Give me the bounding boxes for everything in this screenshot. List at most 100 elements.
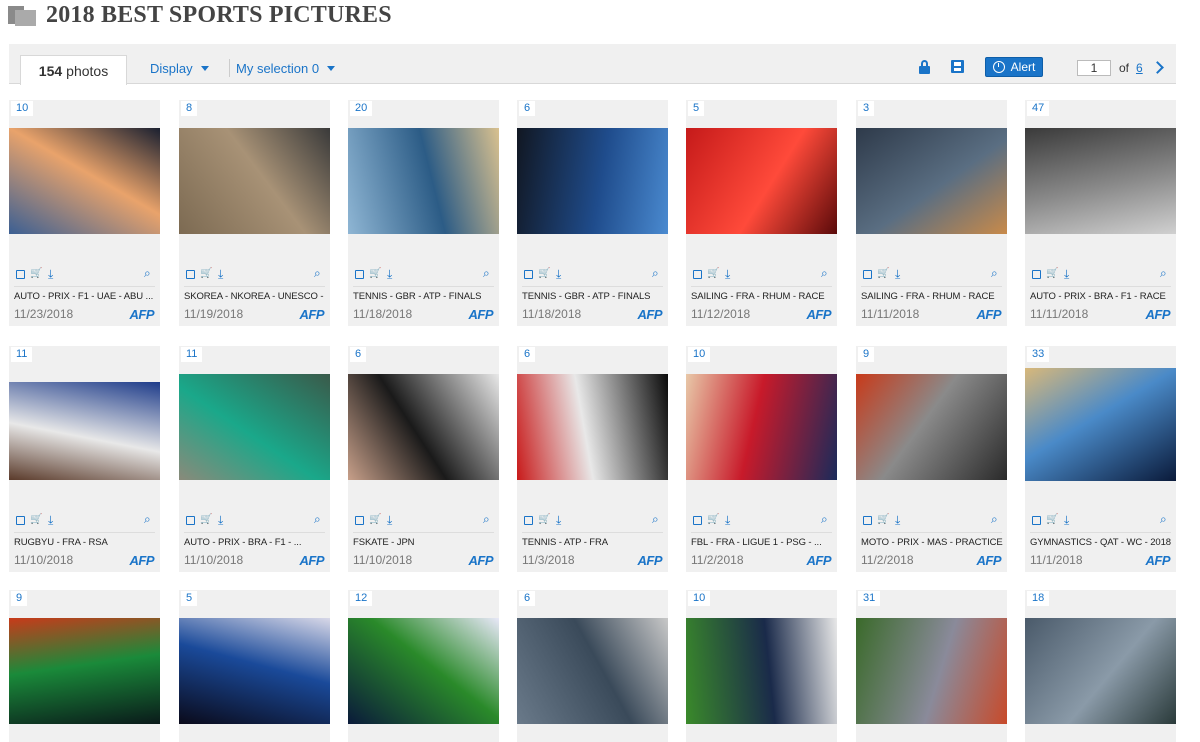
photo-count-tab[interactable]: 154 photos (20, 55, 127, 85)
download-icon[interactable]: ⤓ (556, 513, 561, 528)
photo-thumbnail[interactable] (348, 128, 499, 234)
download-icon[interactable]: ⤓ (48, 513, 53, 528)
select-checkbox[interactable] (524, 270, 533, 279)
photo-count-badge[interactable]: 9 (858, 347, 875, 362)
chevron-right-icon[interactable] (1151, 61, 1164, 74)
photo-thumbnail[interactable] (686, 128, 837, 234)
zoom-icon[interactable]: ⌕ (1160, 512, 1167, 527)
photo-count-badge[interactable]: 9 (11, 591, 28, 606)
download-icon[interactable]: ⤓ (218, 267, 223, 282)
photo-count-badge[interactable]: 10 (11, 101, 34, 116)
cart-icon[interactable]: 🛒 (1046, 268, 1058, 279)
zoom-icon[interactable]: ⌕ (314, 512, 321, 527)
photo-count-badge[interactable]: 6 (350, 347, 367, 362)
photo-count-badge[interactable]: 11 (11, 347, 33, 362)
photo-count-badge[interactable]: 10 (688, 591, 711, 606)
select-checkbox[interactable] (863, 516, 872, 525)
photo-thumbnail[interactable] (856, 374, 1007, 480)
page-number-input[interactable] (1077, 60, 1111, 76)
zoom-icon[interactable]: ⌕ (483, 266, 490, 281)
download-icon[interactable]: ⤓ (1064, 267, 1069, 282)
photo-count-badge[interactable]: 18 (1027, 591, 1050, 606)
photo-thumbnail[interactable] (517, 128, 668, 234)
zoom-icon[interactable]: ⌕ (991, 512, 998, 527)
download-icon[interactable]: ⤓ (725, 513, 730, 528)
zoom-icon[interactable]: ⌕ (1160, 266, 1167, 281)
photo-count-badge[interactable]: 47 (1027, 101, 1050, 116)
photo-title[interactable]: FSKATE - JPN (353, 537, 495, 548)
photo-thumbnail[interactable] (348, 618, 499, 724)
select-checkbox[interactable] (863, 270, 872, 279)
photo-title[interactable]: TENNIS - ATP - FRA (522, 537, 664, 548)
cart-icon[interactable]: 🛒 (538, 268, 550, 279)
photo-thumbnail[interactable] (9, 382, 160, 480)
cart-icon[interactable]: 🛒 (369, 514, 381, 525)
photo-thumbnail[interactable] (517, 374, 668, 480)
photo-count-badge[interactable]: 33 (1027, 347, 1050, 362)
photo-thumbnail[interactable] (1025, 618, 1176, 724)
photo-count-badge[interactable]: 6 (519, 591, 536, 606)
photo-thumbnail[interactable] (179, 128, 330, 234)
photo-title[interactable]: RUGBYU - FRA - RSA (14, 537, 156, 548)
photo-count-badge[interactable]: 3 (858, 101, 875, 116)
photo-title[interactable]: AUTO - PRIX - BRA - F1 - RACE (1030, 291, 1172, 302)
photo-thumbnail[interactable] (856, 128, 1007, 234)
cart-icon[interactable]: 🛒 (877, 514, 889, 525)
photo-title[interactable]: TENNIS - GBR - ATP - FINALS (353, 291, 495, 302)
photo-thumbnail[interactable] (1025, 128, 1176, 234)
lock-icon[interactable] (919, 60, 930, 74)
photo-title[interactable]: AUTO - PRIX - BRA - F1 - ... (184, 537, 326, 548)
photo-count-badge[interactable]: 31 (858, 591, 881, 606)
photo-thumbnail[interactable] (686, 374, 837, 480)
photo-title[interactable]: AUTO - PRIX - F1 - UAE - ABU ... (14, 291, 156, 302)
photo-count-badge[interactable]: 5 (181, 591, 198, 606)
zoom-icon[interactable]: ⌕ (144, 266, 151, 281)
photo-thumbnail[interactable] (179, 618, 330, 724)
select-checkbox[interactable] (524, 516, 533, 525)
photo-thumbnail[interactable] (348, 374, 499, 480)
photo-title[interactable]: GYMNASTICS - QAT - WC - 2018 (1030, 537, 1172, 548)
select-checkbox[interactable] (16, 516, 25, 525)
photo-count-badge[interactable]: 8 (181, 101, 198, 116)
select-checkbox[interactable] (186, 516, 195, 525)
alert-button[interactable]: Alert (985, 57, 1043, 77)
cart-icon[interactable]: 🛒 (200, 514, 212, 525)
photo-count-badge[interactable]: 20 (350, 101, 373, 116)
zoom-icon[interactable]: ⌕ (991, 266, 998, 281)
photo-title[interactable]: SKOREA - NKOREA - UNESCO - ... (184, 291, 326, 302)
photo-count-badge[interactable]: 11 (181, 347, 203, 362)
download-icon[interactable]: ⤓ (48, 267, 53, 282)
select-checkbox[interactable] (16, 270, 25, 279)
download-icon[interactable]: ⤓ (387, 513, 392, 528)
photo-thumbnail[interactable] (856, 618, 1007, 724)
total-pages-link[interactable]: 6 (1136, 61, 1143, 75)
zoom-icon[interactable]: ⌕ (652, 512, 659, 527)
photo-title[interactable]: SAILING - FRA - RHUM - RACE (861, 291, 1003, 302)
download-icon[interactable]: ⤓ (1064, 513, 1069, 528)
download-icon[interactable]: ⤓ (556, 267, 561, 282)
zoom-icon[interactable]: ⌕ (821, 266, 828, 281)
photo-count-badge[interactable]: 12 (350, 591, 373, 606)
cart-icon[interactable]: 🛒 (30, 514, 42, 525)
cart-icon[interactable]: 🛒 (30, 268, 42, 279)
photo-thumbnail[interactable] (686, 618, 837, 724)
download-icon[interactable]: ⤓ (725, 267, 730, 282)
photo-title[interactable]: TENNIS - GBR - ATP - FINALS (522, 291, 664, 302)
photo-count-badge[interactable]: 5 (688, 101, 705, 116)
photo-thumbnail[interactable] (9, 618, 160, 724)
save-icon[interactable] (951, 60, 964, 73)
zoom-icon[interactable]: ⌕ (821, 512, 828, 527)
select-checkbox[interactable] (1032, 270, 1041, 279)
photo-count-badge[interactable]: 10 (688, 347, 711, 362)
select-checkbox[interactable] (693, 270, 702, 279)
cart-icon[interactable]: 🛒 (369, 268, 381, 279)
photo-thumbnail[interactable] (179, 374, 330, 480)
cart-icon[interactable]: 🛒 (877, 268, 889, 279)
photo-title[interactable]: MOTO - PRIX - MAS - PRACTICE (861, 537, 1003, 548)
display-dropdown[interactable]: Display (150, 61, 209, 76)
select-checkbox[interactable] (1032, 516, 1041, 525)
select-checkbox[interactable] (186, 270, 195, 279)
cart-icon[interactable]: 🛒 (538, 514, 550, 525)
photo-count-badge[interactable]: 6 (519, 347, 536, 362)
download-icon[interactable]: ⤓ (895, 513, 900, 528)
